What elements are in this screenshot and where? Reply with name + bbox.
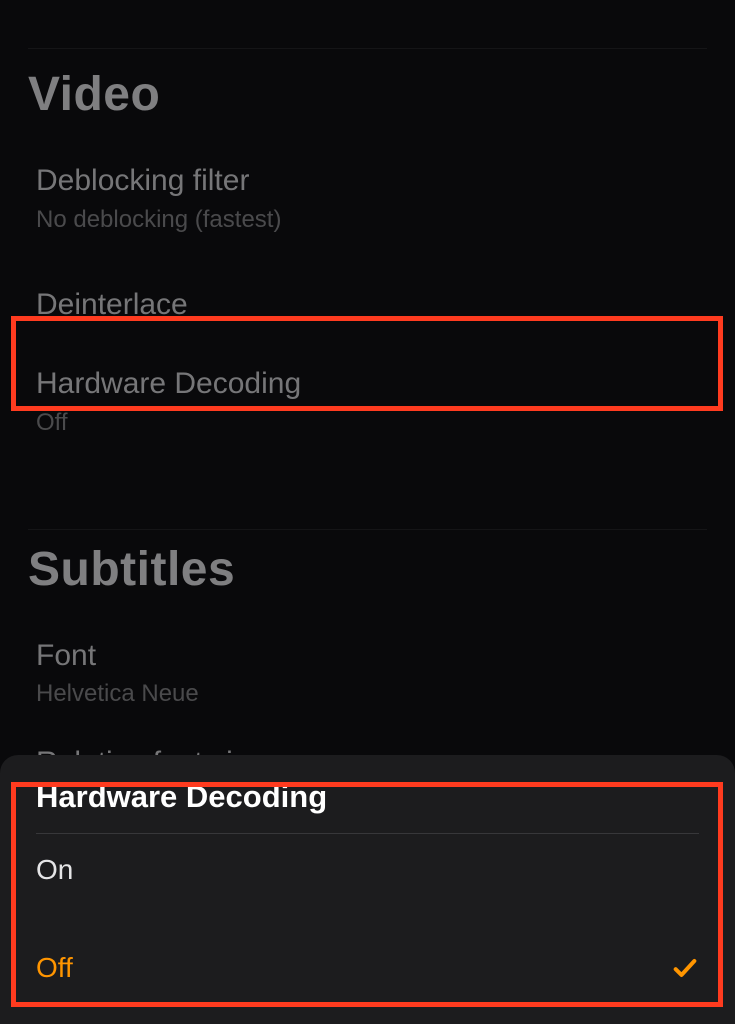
setting-title: Deinterlace — [36, 276, 699, 334]
setting-title: Hardware Decoding — [36, 365, 699, 403]
sheet-divider — [36, 833, 699, 834]
action-sheet-hardware-decoding[interactable]: Hardware Decoding On Off — [0, 755, 735, 1024]
section-header-video: Video — [0, 49, 735, 150]
sheet-option-label: Off — [36, 952, 73, 984]
setting-title: Font — [36, 637, 699, 675]
sheet-title: Hardware Decoding — [36, 779, 699, 833]
section-divider — [28, 48, 707, 49]
setting-value: Off — [36, 409, 699, 437]
section-divider — [28, 529, 707, 530]
setting-title: Deblocking filter — [36, 162, 699, 200]
setting-value: No deblocking (fastest) — [36, 206, 699, 234]
setting-value: Helvetica Neue — [36, 680, 699, 708]
checkmark-icon — [671, 954, 699, 982]
sheet-option-label: On — [36, 854, 73, 886]
section-header-subtitles: Subtitles — [0, 524, 735, 625]
setting-row-deblocking[interactable]: Deblocking filter No deblocking (fastest… — [0, 150, 735, 254]
setting-row-font[interactable]: Font Helvetica Neue — [0, 625, 735, 729]
setting-row-hardware-decoding[interactable]: Hardware Decoding Off — [0, 355, 735, 457]
setting-row-deinterlace[interactable]: Deinterlace — [0, 254, 735, 356]
sheet-option-on[interactable]: On — [36, 834, 699, 932]
sheet-option-off[interactable]: Off — [36, 932, 699, 994]
